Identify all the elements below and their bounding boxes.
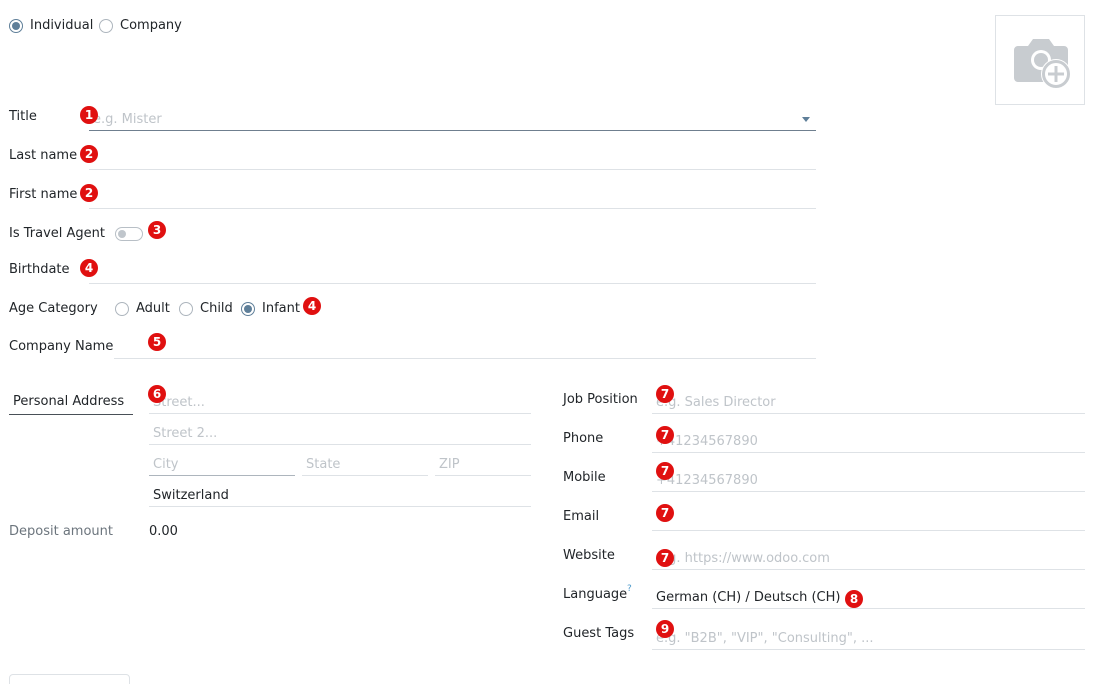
personal-address-tab[interactable]: Personal Address (9, 391, 133, 415)
city-placeholder: City (153, 457, 179, 472)
callout-badge-8: 8 (845, 590, 863, 608)
company-radio[interactable] (99, 19, 113, 33)
callout-badge-3: 3 (148, 221, 166, 239)
website-placeholder: e.g. https://www.odoo.com (656, 551, 830, 566)
birthdate-label: Birthdate (9, 262, 70, 277)
guest-tags-placeholder: e.g. "B2B", "VIP", "Consulting", ... (656, 631, 874, 646)
age-child-label[interactable]: Child (200, 301, 233, 316)
state-placeholder: State (306, 457, 341, 472)
individual-label[interactable]: Individual (30, 18, 93, 33)
email-label: Email (563, 509, 600, 524)
phone-label: Phone (563, 431, 604, 446)
deposit-label: Deposit amount (9, 524, 113, 539)
job-position-input[interactable]: e.g. Sales Director (652, 388, 1085, 414)
birthdate-input[interactable] (89, 258, 816, 284)
state-select[interactable]: State (302, 450, 428, 476)
first-name-input[interactable] (89, 183, 816, 209)
notebook-tab-button[interactable] (9, 674, 130, 684)
callout-badge-7c: 7 (656, 462, 674, 480)
age-adult-label[interactable]: Adult (136, 301, 170, 316)
zip-input[interactable]: ZIP (435, 450, 531, 476)
company-name-input[interactable] (114, 333, 816, 359)
callout-badge-6: 6 (148, 385, 166, 403)
mobile-input[interactable]: +41234567890 (652, 466, 1085, 492)
country-select[interactable]: Switzerland (149, 481, 531, 507)
last-name-label: Last name (9, 148, 78, 163)
street2-placeholder: Street 2... (153, 426, 218, 441)
callout-badge-7d: 7 (656, 504, 674, 522)
callout-badge-2a: 2 (80, 145, 98, 163)
callout-badge-7b: 7 (656, 426, 674, 444)
language-select[interactable]: German (CH) / Deutsch (CH) (652, 583, 1085, 609)
phone-input[interactable]: +41234567890 (652, 427, 1085, 453)
title-placeholder: e.g. Mister (93, 112, 162, 127)
email-input[interactable] (652, 505, 1085, 531)
travel-agent-toggle[interactable] (115, 227, 143, 241)
travel-agent-label: Is Travel Agent (9, 226, 105, 241)
country-value: Switzerland (153, 488, 229, 503)
mobile-label: Mobile (563, 470, 606, 485)
age-child-radio[interactable] (179, 302, 193, 316)
company-name-label: Company Name (9, 339, 114, 354)
photo-upload[interactable] (995, 15, 1085, 105)
street-input[interactable]: Street... (149, 388, 531, 414)
zip-placeholder: ZIP (439, 457, 460, 472)
last-name-input[interactable] (89, 144, 816, 170)
language-value: German (CH) / Deutsch (CH) (656, 590, 841, 605)
deposit-value: 0.00 (149, 524, 178, 539)
language-label: Language (563, 587, 628, 602)
language-help-icon[interactable]: ? (627, 584, 632, 594)
callout-badge-4a: 4 (80, 259, 98, 277)
street2-input[interactable]: Street 2... (149, 419, 531, 445)
callout-badge-7a: 7 (656, 385, 674, 403)
caret-down-icon[interactable] (802, 117, 810, 122)
callout-badge-9: 9 (656, 620, 674, 638)
guest-tags-label: Guest Tags (563, 626, 635, 641)
callout-badge-5: 5 (148, 333, 166, 351)
title-label: Title (9, 109, 37, 124)
company-label[interactable]: Company (120, 18, 182, 33)
age-adult-radio[interactable] (115, 302, 129, 316)
callout-badge-2b: 2 (80, 184, 98, 202)
callout-badge-7e: 7 (656, 549, 674, 567)
age-infant-label[interactable]: Infant (262, 301, 300, 316)
website-label: Website (563, 548, 615, 563)
job-position-placeholder: e.g. Sales Director (656, 395, 776, 410)
camera-plus-icon (1014, 39, 1071, 89)
website-input[interactable]: e.g. https://www.odoo.com (652, 544, 1085, 570)
title-select[interactable]: e.g. Mister (89, 105, 816, 131)
city-input[interactable]: City (149, 450, 295, 476)
age-infant-radio[interactable] (241, 302, 255, 316)
first-name-label: First name (9, 187, 78, 202)
personal-address-label: Personal Address (13, 394, 125, 409)
age-category-label: Age Category (9, 301, 98, 316)
callout-badge-4b: 4 (303, 297, 321, 315)
job-position-label: Job Position (563, 392, 638, 407)
callout-badge-1: 1 (80, 106, 98, 124)
guest-tags-input[interactable]: e.g. "B2B", "VIP", "Consulting", ... (652, 622, 1085, 650)
individual-radio[interactable] (9, 19, 23, 33)
